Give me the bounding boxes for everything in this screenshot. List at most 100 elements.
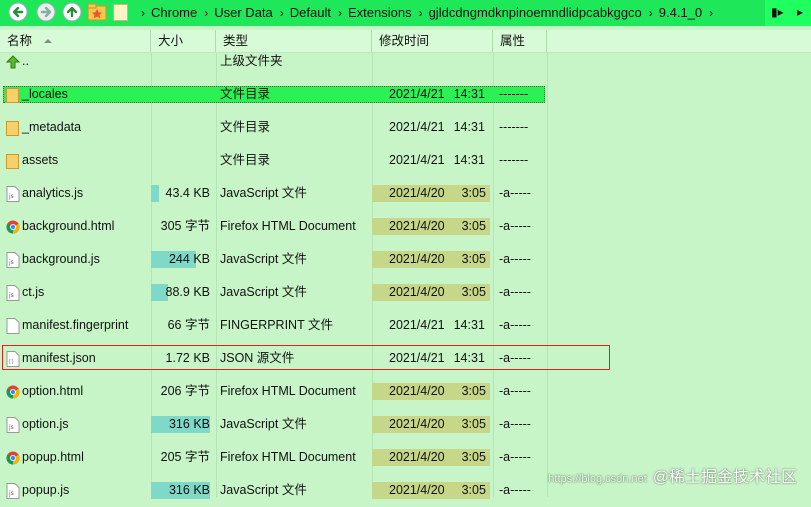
file-type: 上级文件夹 xyxy=(220,54,283,68)
file-name: manifest.json xyxy=(22,351,96,365)
file-name: .. xyxy=(22,54,29,68)
file-modified: 2021/4/20 3:05 xyxy=(372,474,490,507)
file-type: Firefox HTML Document xyxy=(220,384,356,398)
folder-icon xyxy=(6,87,20,103)
file-date: 2021/4/21 xyxy=(389,120,445,134)
favorites-button[interactable] xyxy=(87,2,107,22)
list-item[interactable]: js analytics.js 43.4 KB JavaScript 文件 2021/4… xyxy=(0,177,811,210)
file-size-text: 66 字节 xyxy=(167,318,210,332)
file-time: 3:05 xyxy=(461,417,486,431)
breadcrumb-item[interactable]: Extensions xyxy=(348,5,412,20)
file-name: assets xyxy=(22,153,59,167)
file-modified-text: 2021/4/21 14:31 xyxy=(389,144,485,177)
breadcrumb-item[interactable]: 9.4.1_0 xyxy=(659,5,702,20)
file-time: 3:05 xyxy=(461,285,486,299)
file-time: 3:05 xyxy=(461,483,486,497)
file-date: 2021/4/21 xyxy=(389,87,445,101)
breadcrumb-item[interactable]: Chrome xyxy=(151,5,197,20)
breadcrumb: › Chrome › User Data › Default › Extensions › gjl… xyxy=(134,0,719,26)
back-button[interactable] xyxy=(8,2,28,22)
svg-text:{}: {} xyxy=(8,359,14,365)
breadcrumb-separator[interactable]: › xyxy=(412,6,429,20)
file-size: 206 字节 xyxy=(151,375,210,408)
list-item[interactable]: assets 文件目录 2021/4/21 14:31 ------- xyxy=(0,144,811,177)
address-toolbar: › Chrome › User Data › Default › Extensions › gjl… xyxy=(0,0,811,26)
file-type: Firefox HTML Document xyxy=(220,450,356,464)
file-date: 2021/4/20 xyxy=(389,219,445,233)
list-item[interactable]: {} manifest.json 1.72 KB JSON 源文件 2021/4/21 1… xyxy=(0,342,811,375)
js-file-icon: js xyxy=(6,285,20,301)
file-modified: 2021/4/20 3:05 xyxy=(372,276,490,309)
file-type: Firefox HTML Document xyxy=(220,219,356,233)
file-name: ct.js xyxy=(22,285,45,299)
sort-up-icon xyxy=(44,39,52,43)
size-bar xyxy=(151,185,159,202)
chrome-html-icon xyxy=(6,384,20,400)
file-size xyxy=(151,144,210,177)
svg-text:js: js xyxy=(8,259,14,266)
list-item[interactable]: _metadata 文件目录 2021/4/21 14:31 ------- xyxy=(0,111,811,144)
svg-text:js: js xyxy=(8,193,14,200)
breadcrumb-separator[interactable]: › xyxy=(134,6,151,20)
file-modified: 2021/4/20 3:05 xyxy=(372,441,490,474)
file-size-text: 206 字节 xyxy=(160,384,210,398)
breadcrumb-separator[interactable]: › xyxy=(702,6,719,20)
file-size-text: 305 字节 xyxy=(160,219,210,233)
address-scroll-icon[interactable]: ▸ xyxy=(797,5,803,19)
file-modified: 2021/4/20 3:05 xyxy=(372,177,490,210)
file-time: 3:05 xyxy=(461,450,486,464)
list-item[interactable]: js ct.js 88.9 KB JavaScript 文件 2021/4/20 3:05… xyxy=(0,276,811,309)
breadcrumb-item[interactable]: Default xyxy=(290,5,331,20)
forward-button[interactable] xyxy=(36,2,56,22)
up-arrow-icon xyxy=(62,2,82,22)
address-dropdown-icon[interactable]: ▮▸ xyxy=(771,5,784,19)
file-time: 14:31 xyxy=(453,351,485,365)
file-date: 2021/4/20 xyxy=(389,417,445,431)
breadcrumb-item[interactable]: gjldcdngmdknpinoemndlidpcabkggco xyxy=(429,5,642,20)
file-size: 1.72 KB xyxy=(151,342,210,375)
breadcrumb-separator[interactable]: › xyxy=(331,6,348,20)
file-size-text: 244 KB xyxy=(168,252,210,266)
file-type: JavaScript 文件 xyxy=(220,285,307,299)
list-item[interactable]: option.html 206 字节 Firefox HTML Document 20… xyxy=(0,375,811,408)
file-size xyxy=(151,111,210,144)
breadcrumb-separator[interactable]: › xyxy=(642,6,659,20)
file-attr: -a----- xyxy=(499,450,531,464)
list-item[interactable]: js option.js 316 KB JavaScript 文件 2021/4/20 3… xyxy=(0,408,811,441)
file-modified: 2021/4/20 3:05 xyxy=(372,375,490,408)
file-attr: -a----- xyxy=(499,351,531,365)
file-modified: 2021/4/20 3:05 xyxy=(372,408,490,441)
file-modified: 2021/4/20 3:05 xyxy=(372,210,490,243)
file-attr: ------- xyxy=(499,120,529,134)
watermark: https://blog.csdn.net @稀土掘金技术社区 xyxy=(548,463,797,487)
file-time: 14:31 xyxy=(453,153,485,167)
js-file-icon: js xyxy=(6,186,20,202)
file-type: 文件目录 xyxy=(220,87,271,101)
file-time: 3:05 xyxy=(461,384,486,398)
breadcrumb-separator[interactable]: › xyxy=(273,6,290,20)
file-attr: -a----- xyxy=(499,384,531,398)
file-modified: 2021/4/20 3:05 xyxy=(372,243,490,276)
chrome-html-icon xyxy=(6,219,20,235)
breadcrumb-separator[interactable]: › xyxy=(197,6,214,20)
file-attr: ------- xyxy=(499,87,529,101)
list-item[interactable]: js background.js 244 KB JavaScript 文件 2021/4… xyxy=(0,243,811,276)
list-item[interactable]: _locales 文件目录 2021/4/21 14:31 ------- xyxy=(0,78,811,111)
list-item[interactable]: background.html 305 字节 Firefox HTML Docume… xyxy=(0,210,811,243)
file-size: 316 KB xyxy=(151,408,210,441)
list-item[interactable]: .. 上级文件夹 xyxy=(0,45,811,78)
folder-icon xyxy=(6,153,20,169)
blank-file-icon xyxy=(6,318,20,334)
file-modified-text: 2021/4/20 3:05 xyxy=(389,210,486,243)
up-button[interactable] xyxy=(62,2,82,22)
file-modified: 2021/4/21 14:31 xyxy=(372,144,490,177)
breadcrumb-item[interactable]: User Data xyxy=(214,5,273,20)
file-date: 2021/4/20 xyxy=(389,384,445,398)
address-folder-icon xyxy=(113,4,128,21)
file-modified-text xyxy=(389,45,406,78)
svg-text:js: js xyxy=(8,490,14,497)
file-time: 14:31 xyxy=(453,87,485,101)
file-type: JavaScript 文件 xyxy=(220,252,307,266)
list-item[interactable]: manifest.fingerprint 66 字节 FINGERPRINT 文件 2… xyxy=(0,309,811,342)
file-modified: 2021/4/21 14:31 xyxy=(372,111,490,144)
